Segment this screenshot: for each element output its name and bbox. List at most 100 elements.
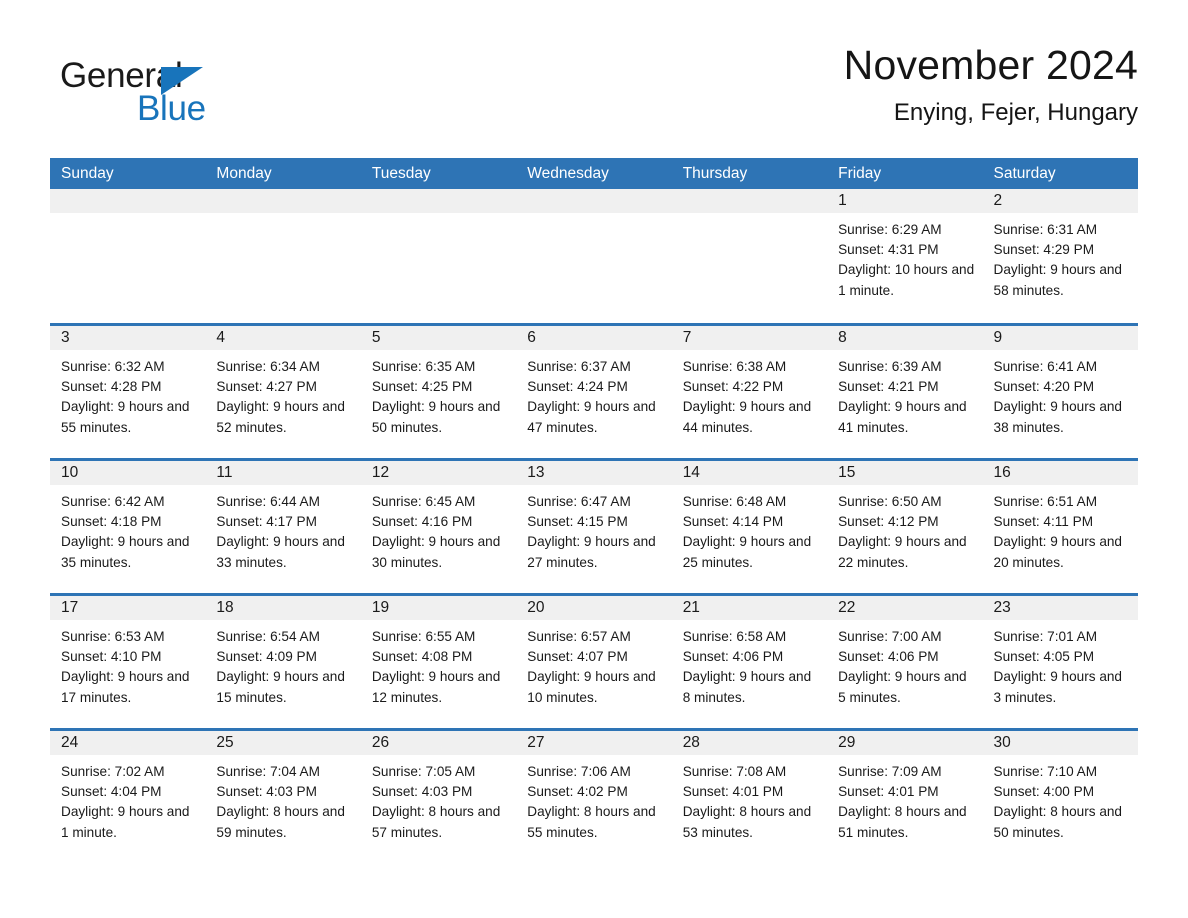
day-details: Sunrise: 6:53 AM Sunset: 4:10 PM Dayligh… [50, 620, 205, 708]
calendar-week-row: 17 Sunrise: 6:53 AM Sunset: 4:10 PM Dayl… [50, 593, 1138, 728]
day-cell[interactable]: 22 Sunrise: 7:00 AM Sunset: 4:06 PM Dayl… [827, 596, 983, 728]
day-number-strip: 3 [50, 326, 206, 350]
sunrise-text: Sunrise: 7:02 AM [61, 764, 165, 779]
day-details: Sunrise: 7:10 AM Sunset: 4:00 PM Dayligh… [983, 755, 1138, 843]
sunset-text: Sunset: 4:01 PM [682, 784, 784, 800]
day-cell[interactable]: 5 Sunrise: 6:35 AM Sunset: 4:25 PM Dayli… [360, 326, 517, 458]
sunset-text: Sunset: 4:07 PM [527, 649, 628, 665]
day-cell[interactable]: 9 Sunrise: 6:41 AM Sunset: 4:20 PM Dayli… [982, 326, 1138, 458]
day-cell[interactable]: 3 Sunrise: 6:32 AM Sunset: 4:28 PM Dayli… [50, 326, 206, 458]
day-cell[interactable]: 4 Sunrise: 6:34 AM Sunset: 4:27 PM Dayli… [205, 326, 361, 458]
day-cell[interactable]: 15 Sunrise: 6:50 AM Sunset: 4:12 PM Dayl… [827, 461, 983, 593]
day-details: Sunrise: 6:39 AM Sunset: 4:21 PM Dayligh… [827, 350, 982, 438]
page-title: November 2024 [843, 42, 1138, 88]
day-number: 24 [61, 734, 79, 752]
day-cell[interactable] [205, 189, 361, 323]
day-details: Sunrise: 6:48 AM Sunset: 4:14 PM Dayligh… [672, 485, 827, 573]
calendar-week-row: 3 Sunrise: 6:32 AM Sunset: 4:28 PM Dayli… [50, 323, 1138, 458]
day-number: 4 [216, 329, 226, 347]
sunset-text: Sunset: 4:09 PM [216, 649, 317, 665]
day-cell[interactable]: 27 Sunrise: 7:06 AM Sunset: 4:02 PM Dayl… [516, 731, 672, 868]
day-cell[interactable]: 28 Sunrise: 7:08 AM Sunset: 4:01 PM Dayl… [671, 731, 828, 868]
daylight-text: Daylight: 9 hours and 25 minutes. [682, 534, 812, 570]
day-cell[interactable] [360, 189, 517, 323]
day-cell[interactable]: 18 Sunrise: 6:54 AM Sunset: 4:09 PM Dayl… [205, 596, 361, 728]
day-details: Sunrise: 7:00 AM Sunset: 4:06 PM Dayligh… [827, 620, 982, 708]
day-cell[interactable]: 23 Sunrise: 7:01 AM Sunset: 4:05 PM Dayl… [982, 596, 1138, 728]
day-details: Sunrise: 7:09 AM Sunset: 4:01 PM Dayligh… [827, 755, 982, 843]
day-cell[interactable]: 6 Sunrise: 6:37 AM Sunset: 4:24 PM Dayli… [516, 326, 672, 458]
day-cell[interactable] [50, 189, 206, 323]
day-cell[interactable]: 7 Sunrise: 6:38 AM Sunset: 4:22 PM Dayli… [671, 326, 828, 458]
day-details: Sunrise: 6:47 AM Sunset: 4:15 PM Dayligh… [516, 485, 671, 573]
day-cell[interactable]: 24 Sunrise: 7:02 AM Sunset: 4:04 PM Dayl… [50, 731, 206, 868]
day-cell[interactable]: 21 Sunrise: 6:58 AM Sunset: 4:06 PM Dayl… [671, 596, 828, 728]
day-cell[interactable] [671, 189, 828, 323]
day-cell[interactable]: 20 Sunrise: 6:57 AM Sunset: 4:07 PM Dayl… [516, 596, 672, 728]
day-number-strip: 18 [205, 596, 361, 620]
day-number-strip: 14 [671, 461, 828, 485]
logo-text-blue: Blue [137, 89, 206, 128]
sunset-text: Sunset: 4:15 PM [527, 514, 628, 530]
daylight-text: Daylight: 8 hours and 53 minutes. [682, 804, 812, 840]
day-cell[interactable]: 17 Sunrise: 6:53 AM Sunset: 4:10 PM Dayl… [50, 596, 206, 728]
day-number: 11 [216, 464, 233, 482]
day-number-strip: 21 [671, 596, 828, 620]
day-cell[interactable]: 26 Sunrise: 7:05 AM Sunset: 4:03 PM Dayl… [360, 731, 517, 868]
calendar-page: General Blue November 2024 Enying, Fejer… [0, 0, 1188, 918]
day-cell[interactable]: 25 Sunrise: 7:04 AM Sunset: 4:03 PM Dayl… [205, 731, 361, 868]
day-number-strip: 20 [516, 596, 672, 620]
day-cell[interactable]: 11 Sunrise: 6:44 AM Sunset: 4:17 PM Dayl… [205, 461, 361, 593]
day-number: 8 [838, 329, 847, 347]
weekday-header-tuesday: Tuesday [371, 164, 431, 182]
day-details: Sunrise: 6:54 AM Sunset: 4:09 PM Dayligh… [205, 620, 360, 708]
day-details: Sunrise: 6:51 AM Sunset: 4:11 PM Dayligh… [983, 485, 1138, 573]
weekday-header-wednesday: Wednesday [527, 164, 609, 182]
day-number-strip: 7 [671, 326, 828, 350]
day-number: 13 [527, 464, 545, 482]
day-cell[interactable]: 2 Sunrise: 6:31 AM Sunset: 4:29 PM Dayli… [982, 189, 1138, 323]
sunset-text: Sunset: 4:01 PM [838, 784, 939, 800]
day-details: Sunrise: 6:41 AM Sunset: 4:20 PM Dayligh… [983, 350, 1138, 438]
day-details: Sunrise: 6:37 AM Sunset: 4:24 PM Dayligh… [516, 350, 671, 438]
sunrise-text: Sunrise: 6:34 AM [216, 359, 320, 374]
day-number-strip: 17 [50, 596, 206, 620]
page-header: General Blue November 2024 Enying, Fejer… [50, 42, 1138, 148]
day-cell[interactable]: 13 Sunrise: 6:47 AM Sunset: 4:15 PM Dayl… [516, 461, 672, 593]
day-number: 5 [371, 329, 381, 347]
sunrise-text: Sunrise: 6:47 AM [527, 494, 631, 509]
daylight-text: Daylight: 9 hours and 12 minutes. [371, 669, 501, 705]
daylight-text: Daylight: 9 hours and 5 minutes. [838, 669, 967, 705]
sunrise-text: Sunrise: 6:53 AM [61, 629, 165, 644]
sunset-text: Sunset: 4:18 PM [61, 514, 162, 530]
daylight-text: Daylight: 8 hours and 50 minutes. [993, 804, 1122, 840]
day-number: 20 [527, 599, 545, 617]
day-number-strip: 10 [50, 461, 206, 485]
daylight-text: Daylight: 9 hours and 30 minutes. [371, 534, 501, 570]
daylight-text: Daylight: 9 hours and 52 minutes. [216, 399, 345, 435]
sunrise-text: Sunrise: 6:44 AM [216, 494, 320, 509]
day-cell[interactable]: 19 Sunrise: 6:55 AM Sunset: 4:08 PM Dayl… [360, 596, 517, 728]
day-number-strip: 8 [827, 326, 983, 350]
day-details: Sunrise: 6:35 AM Sunset: 4:25 PM Dayligh… [361, 350, 516, 438]
day-cell[interactable] [516, 189, 672, 323]
weekday-header-friday: Friday [838, 164, 882, 182]
weekday-header-row: Sunday Monday Tuesday Wednesday Thursday… [50, 158, 1138, 189]
day-number: 6 [527, 329, 536, 347]
day-details: Sunrise: 6:44 AM Sunset: 4:17 PM Dayligh… [205, 485, 360, 573]
day-cell[interactable]: 16 Sunrise: 6:51 AM Sunset: 4:11 PM Dayl… [982, 461, 1138, 593]
sunrise-text: Sunrise: 6:51 AM [993, 494, 1098, 509]
day-cell[interactable]: 14 Sunrise: 6:48 AM Sunset: 4:14 PM Dayl… [671, 461, 828, 593]
day-cell[interactable]: 12 Sunrise: 6:45 AM Sunset: 4:16 PM Dayl… [360, 461, 517, 593]
sunrise-text: Sunrise: 7:04 AM [216, 764, 320, 779]
sunset-text: Sunset: 4:00 PM [993, 784, 1095, 800]
daylight-text: Daylight: 8 hours and 59 minutes. [216, 804, 345, 840]
sunrise-text: Sunrise: 6:58 AM [682, 629, 787, 644]
daylight-text: Daylight: 9 hours and 58 minutes. [993, 262, 1122, 298]
day-cell[interactable]: 1 Sunrise: 6:29 AM Sunset: 4:31 PM Dayli… [827, 189, 983, 323]
day-cell[interactable]: 30 Sunrise: 7:10 AM Sunset: 4:00 PM Dayl… [982, 731, 1138, 868]
day-cell[interactable]: 8 Sunrise: 6:39 AM Sunset: 4:21 PM Dayli… [827, 326, 983, 458]
day-cell[interactable]: 10 Sunrise: 6:42 AM Sunset: 4:18 PM Dayl… [50, 461, 206, 593]
day-cell[interactable]: 29 Sunrise: 7:09 AM Sunset: 4:01 PM Dayl… [827, 731, 983, 868]
day-number: 26 [371, 734, 390, 752]
